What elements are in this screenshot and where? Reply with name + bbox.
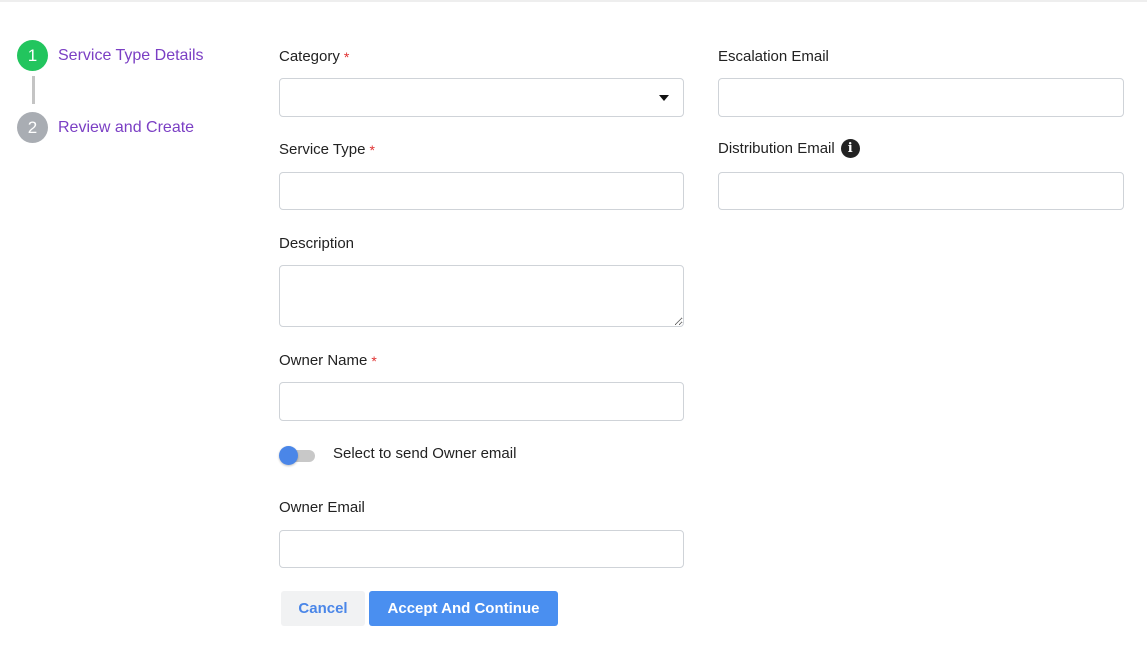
escalation-email-label-text: Escalation Email xyxy=(718,48,829,65)
step-service-type-details[interactable]: 1 Service Type Details xyxy=(17,40,204,71)
step-label: Service Type Details xyxy=(58,46,204,64)
required-mark: * xyxy=(369,141,375,158)
required-mark: * xyxy=(343,48,350,65)
escalation-email-input[interactable] xyxy=(718,78,1124,117)
owner-name-input[interactable] xyxy=(279,382,684,421)
distribution-email-label-text: Distribution Email xyxy=(718,140,835,157)
required-mark: * xyxy=(371,352,377,369)
owner-email-label: Owner Email xyxy=(279,499,365,516)
category-label-text: Category xyxy=(279,48,340,65)
service-type-label: Service Type * xyxy=(279,141,375,158)
step-connector xyxy=(32,76,35,104)
step-review-and-create[interactable]: 2 Review and Create xyxy=(17,112,194,143)
owner-email-input[interactable] xyxy=(279,530,684,568)
caret-down-icon[interactable] xyxy=(659,95,669,101)
service-type-label-text: Service Type xyxy=(279,141,366,158)
step-number-badge: 2 xyxy=(17,112,48,143)
distribution-email-label: Distribution Email i xyxy=(718,139,860,158)
send-owner-email-label: Select to send Owner email xyxy=(333,445,517,462)
owner-email-label-text: Owner Email xyxy=(279,499,365,516)
cancel-button[interactable]: Cancel xyxy=(281,591,365,626)
accept-and-continue-button[interactable]: Accept And Continue xyxy=(369,591,558,626)
top-divider xyxy=(0,0,1147,2)
owner-name-label: Owner Name * xyxy=(279,352,377,369)
description-label: Description xyxy=(279,235,354,252)
info-icon[interactable]: i xyxy=(840,139,860,158)
description-textarea[interactable] xyxy=(279,265,684,327)
step-number-badge: 1 xyxy=(17,40,48,71)
category-label: Category * xyxy=(279,48,349,65)
service-type-input[interactable] xyxy=(279,172,684,210)
send-owner-email-toggle[interactable] xyxy=(279,445,315,465)
category-select[interactable] xyxy=(279,78,684,117)
distribution-email-input[interactable] xyxy=(718,172,1124,210)
toggle-thumb xyxy=(279,446,298,465)
step-label: Review and Create xyxy=(58,118,195,136)
description-label-text: Description xyxy=(279,235,355,252)
owner-name-label-text: Owner Name xyxy=(279,352,368,369)
escalation-email-label: Escalation Email xyxy=(718,48,829,65)
